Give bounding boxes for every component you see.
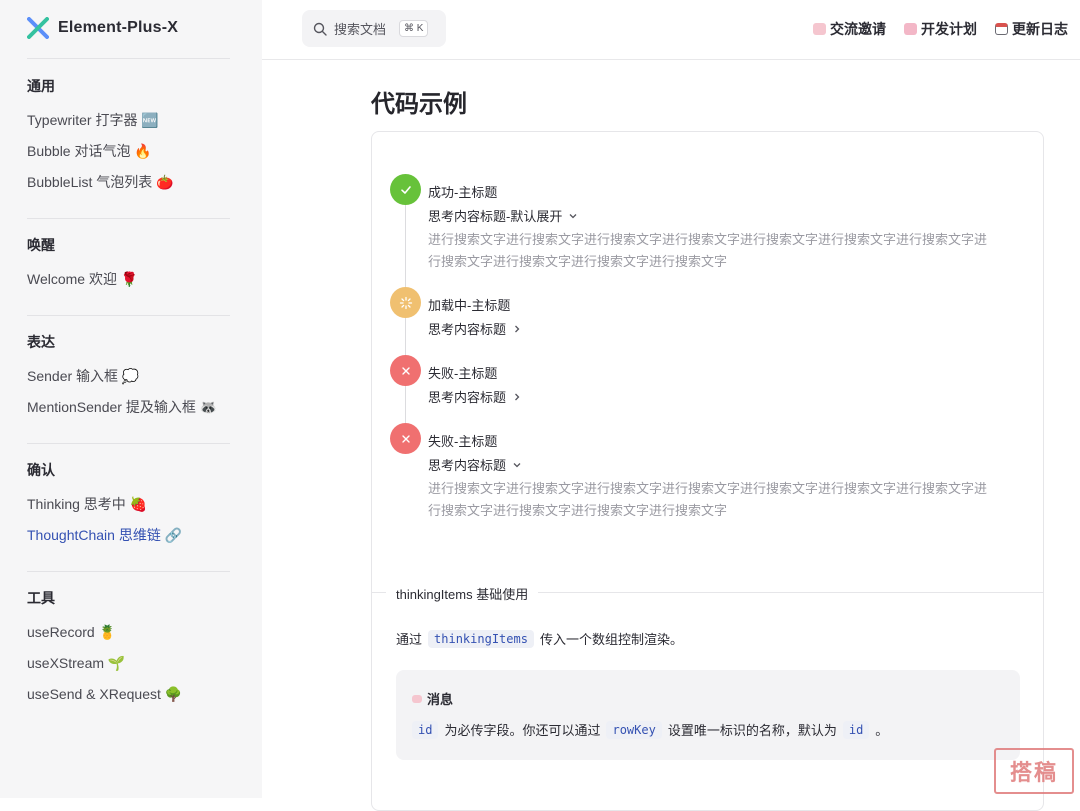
nav-link-label: 更新日志 [1012, 21, 1068, 37]
sidebar-item-thinking[interactable]: Thinking 思考中 🍓 [27, 489, 230, 520]
chain-node-toggle[interactable]: 思考内容标题 [428, 455, 522, 474]
sidebar-item-mentionsender[interactable]: MentionSender 提及输入框 🦝 [27, 392, 230, 423]
tip-box: 消息 id 为必传字段。你还可以通过 rowKey 设置唯一标识的名称，默认为 … [396, 670, 1020, 760]
nav-group-confirm: 确认 Thinking 思考中 🍓 ThoughtChain 思维链 🔗 [27, 460, 230, 551]
section-title: thinkingItems 基础使用 [386, 584, 539, 603]
nav-link-invite[interactable]: 交流邀请 [813, 19, 886, 39]
chevron-down-icon [513, 462, 521, 467]
heart-letter-icon [412, 694, 422, 703]
divider [27, 218, 230, 219]
sidebar-item-userecord[interactable]: useRecord 🍍 [27, 617, 230, 648]
chain-connector [405, 205, 406, 287]
tip-title: 消息 [412, 689, 453, 708]
top-nav: 交流邀请 开发计划 更新日志 [813, 19, 1068, 39]
loading-icon [390, 287, 421, 318]
demo-block: 成功-主标题 思考内容标题-默认展开 进行搜索文字进行搜索文字进行搜索文字进行搜… [371, 131, 1044, 811]
chain-connector [405, 318, 406, 355]
tip-title-text: 消息 [427, 692, 454, 707]
search-button[interactable]: 搜索文档 ⌘ K [302, 10, 446, 47]
chain-node-toggle[interactable]: 思考内容标题-默认展开 [428, 206, 578, 225]
nav-link-changelog[interactable]: 更新日志 [995, 19, 1068, 39]
close-icon [390, 423, 421, 454]
search-icon [313, 22, 327, 36]
chevron-down-icon [569, 213, 577, 218]
sidebar-item-bubble[interactable]: Bubble 对话气泡 🔥 [27, 136, 230, 167]
x-logo-icon [27, 17, 49, 39]
topbar: 搜索文档 ⌘ K 交流邀请 开发计划 更新日志 [262, 0, 1080, 60]
desc-text: 传入一个数组控制渲染。 [539, 632, 683, 647]
watermark-stamp: 搭稿 [994, 748, 1074, 794]
sidebar-item-typewriter[interactable]: Typewriter 打字器 🆕 [27, 105, 230, 136]
chain-connector [405, 386, 406, 423]
inline-code: thinkingItems [428, 629, 534, 648]
nav-link-label: 开发计划 [921, 21, 977, 37]
nav-group-title: 唤醒 [27, 237, 55, 253]
sidebar-item-thoughtchain[interactable]: ThoughtChain 思维链 🔗 [27, 520, 230, 551]
sidebar-item-usexstream[interactable]: useXStream 🌱 [27, 648, 230, 679]
nav-group-title: 表达 [27, 334, 55, 350]
nav-group-general: 通用 Typewriter 打字器 🆕 Bubble 对话气泡 🔥 Bubble… [27, 76, 230, 198]
check-icon [390, 174, 421, 205]
divider [27, 443, 230, 444]
chain-node-toggle[interactable]: 思考内容标题 [428, 387, 522, 406]
calendar-icon [995, 23, 1008, 35]
sidebar-item-welcome[interactable]: Welcome 欢迎 🌹 [27, 264, 230, 295]
nav-group-title: 通用 [27, 78, 55, 94]
chain-node-title: 成功-主标题 [428, 185, 498, 200]
nav-link-plan[interactable]: 开发计划 [904, 19, 977, 39]
inline-code: id [842, 720, 870, 739]
tip-text: 为必传字段。你还可以通过 [444, 723, 601, 738]
divider [27, 58, 230, 59]
heart-letter-icon [813, 23, 826, 35]
tip-body: id 为必传字段。你还可以通过 rowKey 设置唯一标识的名称，默认为 id … [412, 720, 888, 739]
inline-code: id [412, 720, 439, 739]
nav-group-title: 确认 [27, 462, 55, 478]
chain-node-title: 失败-主标题 [428, 366, 498, 381]
sidebar-item-bubblelist[interactable]: BubbleList 气泡列表 🍅 [27, 167, 230, 198]
ribbon-icon [904, 23, 917, 35]
nav-group-wake: 唤醒 Welcome 欢迎 🌹 [27, 235, 230, 295]
chain-node-toggle[interactable]: 思考内容标题 [428, 319, 522, 338]
chain-node-subtitle: 思考内容标题-默认展开 [428, 209, 563, 224]
sidebar-item-sender[interactable]: Sender 输入框 💭 [27, 361, 230, 392]
tip-text: 设置唯一标识的名称，默认为 [667, 723, 837, 738]
close-icon [390, 355, 421, 386]
chevron-right-icon [515, 393, 520, 400]
chain-node-title: 加载中-主标题 [428, 298, 511, 313]
chain-node-content: 进行搜索文字进行搜索文字进行搜索文字进行搜索文字进行搜索文字进行搜索文字进行搜索… [428, 232, 988, 269]
search-label: 搜索文档 [334, 22, 387, 37]
nav-group-title: 工具 [27, 590, 55, 606]
divider [27, 315, 230, 316]
inline-code: rowKey [606, 720, 662, 739]
chain-node-subtitle: 思考内容标题 [428, 322, 507, 337]
tip-text: 。 [875, 723, 889, 738]
brand-logo[interactable]: Element-Plus-X [27, 17, 178, 39]
search-shortcut: ⌘ K [399, 20, 429, 37]
chain-node-content: 进行搜索文字进行搜索文字进行搜索文字进行搜索文字进行搜索文字进行搜索文字进行搜索… [428, 481, 988, 518]
nav-group-tools: 工具 useRecord 🍍 useXStream 🌱 useSend & XR… [27, 588, 230, 710]
nav-link-label: 交流邀请 [830, 21, 886, 37]
sidebar: Element-Plus-X 通用 Typewriter 打字器 🆕 Bubbl… [0, 0, 262, 798]
chain-node-title: 失败-主标题 [428, 434, 498, 449]
chain-node-subtitle: 思考内容标题 [428, 390, 507, 405]
chevron-right-icon [515, 325, 520, 332]
divider [27, 571, 230, 572]
chain-node-subtitle: 思考内容标题 [428, 458, 507, 473]
sidebar-item-usesend[interactable]: useSend & XRequest 🌳 [27, 679, 230, 710]
description: 通过 thinkingItems 传入一个数组控制渲染。 [396, 629, 683, 648]
nav-group-express: 表达 Sender 输入框 💭 MentionSender 提及输入框 🦝 [27, 332, 230, 423]
page-title: 代码示例 [371, 91, 467, 118]
desc-text: 通过 [396, 632, 423, 647]
brand-name: Element-Plus-X [58, 19, 179, 36]
